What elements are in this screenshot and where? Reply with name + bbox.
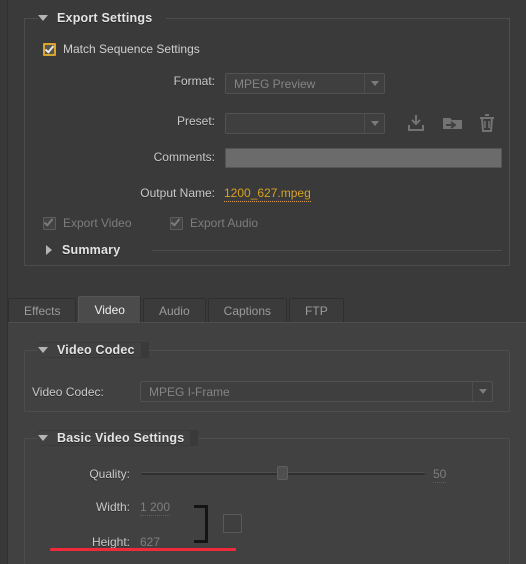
format-label: Format: [173, 74, 215, 88]
preset-label: Preset: [176, 114, 215, 128]
checkmark-icon [170, 215, 181, 227]
width-value[interactable]: 1 200 [140, 500, 171, 516]
video-codec-row: Video Codec: [32, 385, 132, 399]
chevron-down-icon [370, 121, 379, 126]
aspect-link-bracket [194, 505, 208, 543]
summary-title: Summary [62, 243, 121, 257]
save-preset-icon[interactable] [405, 112, 427, 134]
match-sequence-settings-checkbox[interactable] [43, 42, 56, 56]
video-codec-value: MPEG I-Frame [149, 384, 230, 399]
tab-captions[interactable]: Captions [207, 298, 288, 322]
output-name-link[interactable]: 1200_627.mpeg [224, 186, 311, 202]
match-sequence-settings-row[interactable]: Match Sequence Settings [43, 42, 200, 56]
height-label: Height: [91, 535, 130, 549]
export-audio-label: Export Audio [190, 216, 259, 230]
video-codec-label: Video Codec: [32, 385, 104, 399]
width-row: Width: [0, 500, 130, 514]
summary-header[interactable]: Summary [46, 243, 120, 257]
video-codec-title: Video Codec [57, 343, 135, 357]
comments-label: Comments: [153, 150, 215, 164]
tab-video[interactable]: Video [78, 296, 141, 322]
summary-rule [152, 250, 502, 251]
video-codec-dropdown-arrow-box[interactable] [472, 382, 492, 401]
preset-dropdown-arrow-box[interactable] [364, 114, 384, 133]
format-dropdown-arrow-box[interactable] [364, 74, 384, 93]
chevron-down-icon[interactable] [38, 347, 48, 353]
quality-label: Quality: [89, 467, 130, 481]
chevron-down-icon[interactable] [38, 435, 48, 441]
quality-value[interactable]: 50 [433, 467, 447, 483]
tab-ftp[interactable]: FTP [289, 298, 344, 322]
export-video-checkbox[interactable] [43, 215, 56, 230]
chevron-down-icon[interactable] [38, 15, 48, 21]
format-value: MPEG Preview [234, 76, 316, 91]
import-preset-icon[interactable] [441, 112, 465, 134]
basic-video-settings-header[interactable]: Basic Video Settings [38, 430, 199, 446]
export-video-row[interactable]: Export Video [43, 215, 132, 230]
output-name-row: Output Name: [0, 186, 390, 200]
tab-audio-label: Audio [158, 303, 190, 318]
chevron-down-icon [370, 81, 379, 86]
tab-audio[interactable]: Audio [142, 298, 206, 322]
chevron-right-icon[interactable] [46, 245, 52, 255]
chevron-down-icon [478, 389, 487, 394]
tab-captions-label: Captions [223, 303, 272, 318]
export-settings-header[interactable]: Export Settings [38, 10, 167, 26]
checkmark-icon [43, 215, 54, 227]
tab-effects-label: Effects [24, 303, 61, 318]
quality-row: Quality: [0, 467, 130, 481]
aspect-link-checkbox[interactable] [223, 514, 242, 533]
tab-ftp-label: FTP [305, 303, 328, 318]
export-settings-title: Export Settings [57, 11, 153, 25]
format-dropdown[interactable]: MPEG Preview [225, 73, 385, 94]
height-annotation-underline [50, 548, 236, 551]
video-codec-dropdown[interactable]: MPEG I-Frame [140, 381, 493, 402]
basic-video-settings-title: Basic Video Settings [57, 431, 185, 445]
delete-preset-icon[interactable] [477, 112, 497, 134]
preset-dropdown[interactable] [225, 113, 385, 134]
output-name-label: Output Name: [140, 186, 215, 200]
tab-video-label: Video [94, 302, 125, 317]
width-label: Width: [95, 500, 130, 514]
tab-bar: Effects Video Audio Captions FTP [8, 296, 526, 323]
height-row: Height: [0, 535, 130, 549]
export-audio-checkbox[interactable] [170, 215, 183, 230]
quality-slider-thumb[interactable] [277, 466, 288, 480]
export-video-label: Export Video [63, 216, 132, 230]
export-audio-row[interactable]: Export Audio [170, 215, 259, 230]
checkmark-icon [44, 42, 55, 54]
match-sequence-settings-label: Match Sequence Settings [63, 42, 200, 56]
tab-effects[interactable]: Effects [8, 298, 77, 322]
comments-input[interactable] [225, 148, 502, 168]
video-codec-header[interactable]: Video Codec [38, 342, 149, 358]
